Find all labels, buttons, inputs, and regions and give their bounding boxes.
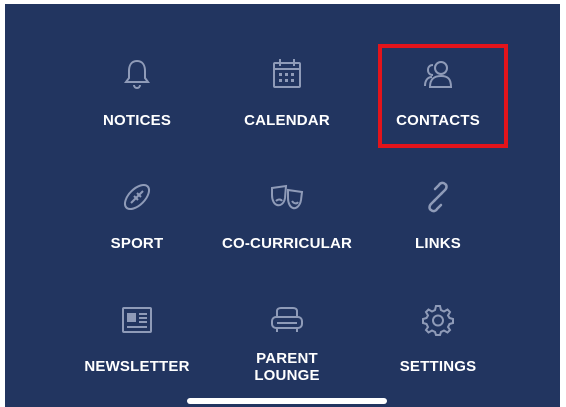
menu-item-co-curricular[interactable]: CO-CURRICULAR: [212, 169, 362, 279]
menu-item-sport[interactable]: SPORT: [62, 169, 212, 279]
home-indicator[interactable]: [187, 398, 387, 404]
menu-item-links[interactable]: LINKS: [363, 169, 513, 279]
menu-item-newsletter[interactable]: NEWSLETTER: [62, 292, 212, 402]
bell-icon: [117, 54, 157, 94]
menu-item-notices[interactable]: NOTICES: [62, 46, 212, 156]
menu-item-label: LINKS: [415, 235, 461, 252]
menu-grid: NOTICES CALENDAR CONTACTS SPORT CO-CURRI…: [5, 4, 560, 407]
calendar-icon: [267, 54, 307, 94]
sofa-icon: [267, 300, 307, 340]
menu-item-label: NEWSLETTER: [84, 358, 190, 375]
gear-icon: [418, 300, 458, 340]
football-icon: [117, 177, 157, 217]
newspaper-icon: [117, 300, 157, 340]
theatre-masks-icon: [267, 177, 307, 217]
menu-item-label: CALENDAR: [244, 112, 330, 129]
menu-item-parent-lounge[interactable]: PARENT LOUNGE: [212, 292, 362, 402]
app-screen: NOTICES CALENDAR CONTACTS SPORT CO-CURRI…: [0, 0, 566, 407]
contacts-highlight-box: [378, 44, 508, 148]
menu-item-label: SETTINGS: [399, 358, 477, 375]
menu-item-label: NOTICES: [102, 112, 172, 129]
menu-item-label: PARENT LOUNGE: [254, 350, 320, 384]
menu-item-label: CO-CURRICULAR: [221, 235, 353, 252]
menu-item-calendar[interactable]: CALENDAR: [212, 46, 362, 156]
menu-item-label: SPORT: [110, 235, 164, 252]
menu-item-settings[interactable]: SETTINGS: [363, 292, 513, 402]
link-icon: [418, 177, 458, 217]
